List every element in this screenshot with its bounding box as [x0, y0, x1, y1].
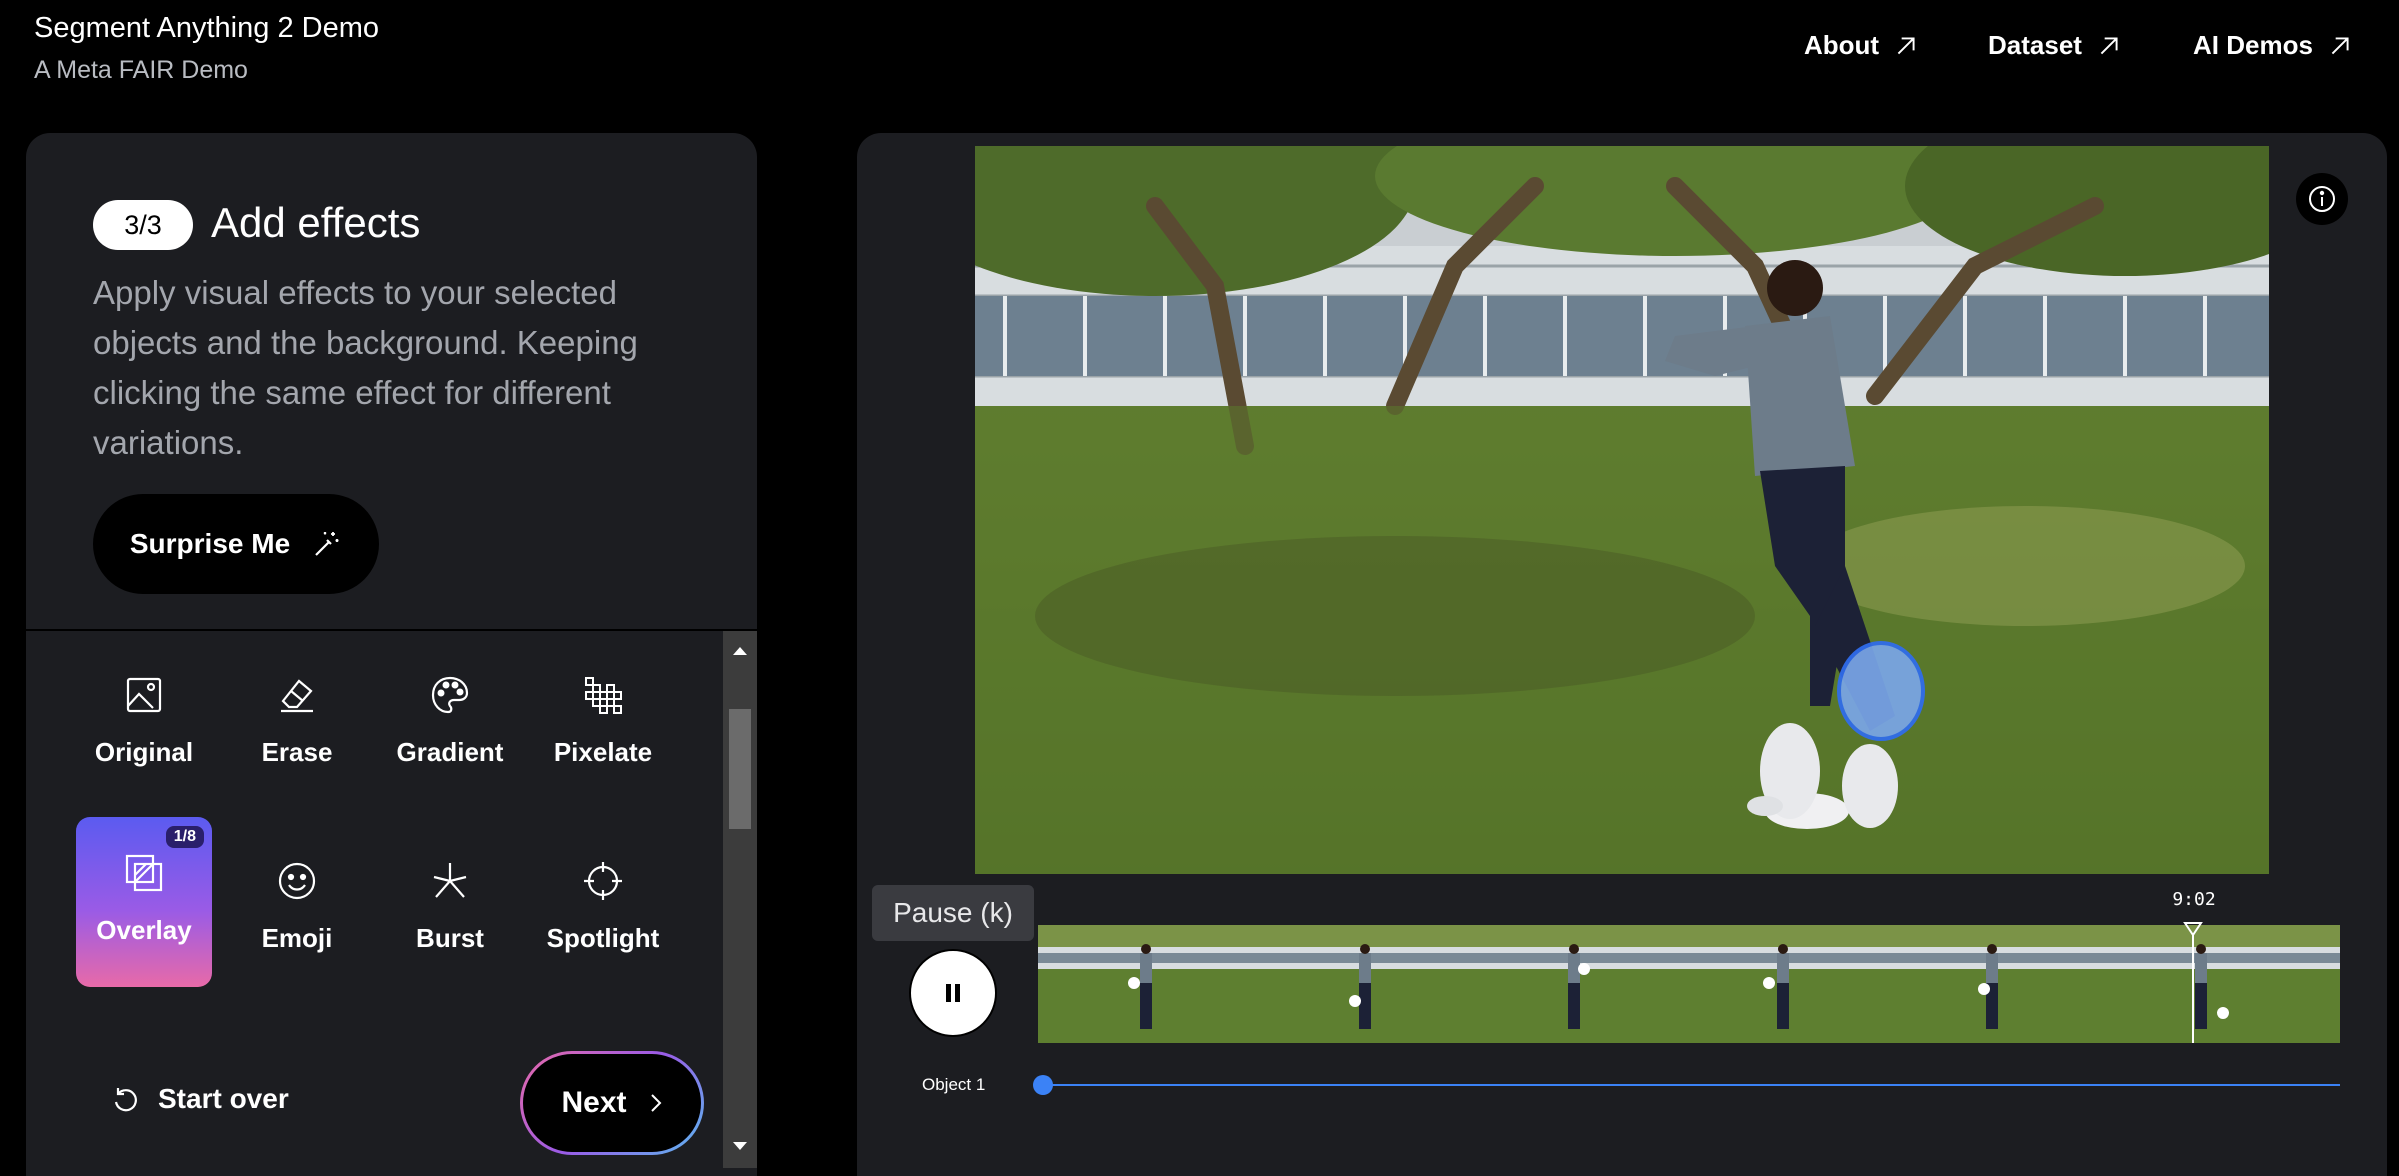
next-button[interactable]: Next	[520, 1051, 704, 1155]
info-button[interactable]	[2296, 173, 2348, 225]
effect-label: Spotlight	[546, 923, 660, 953]
effect-emoji[interactable]: Emoji	[229, 817, 365, 987]
emoji-icon	[278, 862, 316, 900]
effect-label: Pixelate	[553, 737, 653, 767]
app-subtitle: A Meta FAIR Demo	[34, 56, 248, 84]
effect-label: Emoji	[261, 923, 333, 953]
palette-icon	[431, 676, 469, 714]
pause-button[interactable]	[909, 949, 997, 1037]
object-track-line[interactable]	[1042, 1084, 2340, 1086]
nav-dataset-link[interactable]: Dataset	[1988, 30, 2122, 61]
object-track-handle[interactable]	[1033, 1075, 1053, 1095]
eraser-icon	[281, 679, 313, 713]
surprise-me-button[interactable]: Surprise Me	[93, 494, 379, 594]
nav-dataset-label: Dataset	[1988, 30, 2082, 60]
video-scene	[975, 146, 2269, 874]
timeline-frame	[1038, 925, 1247, 1043]
overlay-icon	[125, 854, 163, 892]
timeline-frame	[1665, 925, 1874, 1043]
effect-overlay[interactable]: 1/8 Overlay	[76, 817, 212, 987]
playhead-line[interactable]	[2192, 933, 2194, 1043]
effect-original[interactable]: Original	[76, 631, 212, 801]
image-icon	[126, 677, 162, 713]
step-description: Apply visual effects to your selected ob…	[93, 274, 638, 461]
timeline-frame	[2083, 925, 2292, 1043]
nav-about-link[interactable]: About	[1804, 30, 1919, 61]
video-preview[interactable]	[975, 146, 2269, 874]
start-over-label: Start over	[158, 1083, 289, 1114]
app-title: Segment Anything 2 Demo	[34, 12, 379, 44]
pause-tooltip: Pause (k)	[872, 885, 1034, 941]
effect-gradient[interactable]: Gradient	[382, 631, 518, 801]
timeline-frame	[2292, 925, 2340, 1043]
info-icon	[2309, 186, 2335, 212]
pixelate-icon	[585, 677, 622, 714]
effect-spotlight[interactable]: Spotlight	[535, 817, 671, 987]
effect-label: Burst	[416, 923, 484, 953]
effect-label: Overlay	[96, 915, 192, 945]
scroll-up-arrow-icon[interactable]	[723, 641, 757, 661]
scroll-down-arrow-icon[interactable]	[723, 1136, 757, 1156]
effect-pixelate[interactable]: Pixelate	[535, 631, 671, 801]
spotlight-icon	[584, 862, 622, 900]
effects-scrollbar[interactable]	[723, 631, 757, 1168]
timeline-time: 9:02	[2172, 889, 2216, 910]
arrow-up-right-icon	[2331, 36, 2349, 54]
effect-label: Gradient	[396, 737, 504, 767]
pause-icon	[946, 984, 960, 1002]
video-panel: Pause (k) 9:02 Object 1	[857, 133, 2387, 1176]
step-badge: 3/3	[93, 200, 193, 250]
magic-wand-icon	[315, 532, 339, 556]
effect-label: Erase	[261, 737, 333, 767]
object-track-label: Object 1	[922, 1075, 986, 1094]
timeline-frame	[1456, 925, 1665, 1043]
timeline-frame	[1247, 925, 1456, 1043]
effect-label: Original	[94, 737, 194, 767]
next-button-inner: Next	[523, 1054, 701, 1152]
arrow-up-right-icon	[1897, 36, 1915, 54]
nav-ai-demos-link[interactable]: AI Demos	[2193, 30, 2353, 61]
scrollbar-thumb[interactable]	[729, 709, 751, 829]
variation-badge: 1/8	[165, 826, 204, 848]
start-over-button[interactable]: Start over	[110, 1083, 289, 1115]
timeline-filmstrip[interactable]	[1038, 925, 2340, 1043]
undo-icon	[114, 1088, 137, 1112]
effect-erase[interactable]: Erase	[229, 631, 365, 801]
timeline-frame	[1874, 925, 2083, 1043]
step-title: Add effects	[211, 199, 421, 246]
nav-about-label: About	[1804, 30, 1880, 60]
nav-ai-demos-label: AI Demos	[2193, 30, 2313, 60]
chevron-right-icon	[650, 1094, 661, 1112]
surprise-me-label: Surprise Me	[129, 528, 291, 559]
next-label: Next	[561, 1086, 627, 1119]
burst-icon	[433, 863, 467, 898]
effects-panel: 3/3 Add effects Apply visual effects to …	[26, 133, 757, 1176]
arrow-up-right-icon	[2100, 36, 2118, 54]
effect-burst[interactable]: Burst	[382, 817, 518, 987]
